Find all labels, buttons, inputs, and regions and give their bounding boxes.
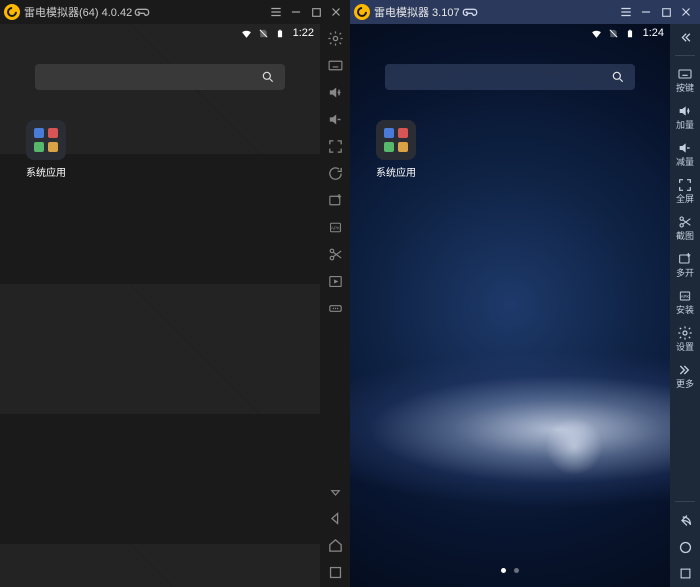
battery-icon — [624, 27, 637, 40]
home-button[interactable] — [673, 539, 697, 556]
multi-instance-button[interactable]: 多开 — [673, 251, 697, 278]
folder-icon — [376, 120, 416, 160]
no-sim-icon — [257, 27, 270, 40]
page-indicator — [501, 568, 519, 573]
volume-up-button[interactable]: 加量 — [673, 103, 697, 130]
menu-icon[interactable] — [266, 2, 286, 22]
settings-button[interactable]: 设置 — [673, 325, 697, 352]
sidebar-toolbar: 按键 加量 减量 全屏 截图 多开 安装 设置 更多 — [670, 24, 700, 587]
minimize-button[interactable] — [286, 2, 306, 22]
gamepad-icon[interactable] — [460, 2, 480, 22]
titlebar[interactable]: 雷电模拟器(64) 4.0.42 — [0, 0, 350, 24]
emulator-window-left: 雷电模拟器(64) 4.0.42 1:22 系统应用 — [0, 0, 350, 587]
android-statusbar: 1:22 — [0, 24, 320, 42]
volume-up-icon[interactable] — [323, 84, 347, 101]
fullscreen-icon[interactable] — [323, 138, 347, 155]
search-icon — [261, 70, 275, 84]
system-apps-shortcut[interactable]: 系统应用 — [20, 120, 72, 179]
keyboard-icon[interactable] — [323, 57, 347, 74]
sidebar-toolbar — [320, 24, 350, 587]
app-logo-icon — [354, 4, 370, 20]
apk-icon[interactable] — [323, 219, 347, 236]
battery-icon — [274, 27, 287, 40]
record-icon[interactable] — [323, 273, 347, 290]
close-button[interactable] — [676, 2, 696, 22]
wifi-icon — [240, 27, 253, 40]
android-screen[interactable]: 1:22 系统应用 — [0, 24, 320, 587]
no-sim-icon — [607, 27, 620, 40]
titlebar[interactable]: 雷电模拟器 3.107 — [350, 0, 700, 24]
more-icon[interactable] — [323, 300, 347, 317]
search-input[interactable] — [35, 64, 285, 90]
minimize-button[interactable] — [636, 2, 656, 22]
app-label: 系统应用 — [26, 164, 66, 179]
android-screen[interactable]: 1:24 系统应用 — [350, 24, 670, 587]
window-title: 雷电模拟器(64) 4.0.42 — [24, 4, 132, 20]
search-icon — [611, 70, 625, 84]
folder-icon — [26, 120, 66, 160]
clock: 1:22 — [293, 27, 314, 39]
window-title: 雷电模拟器 3.107 — [374, 4, 460, 20]
settings-gear-icon[interactable] — [323, 30, 347, 47]
screenshot-button[interactable]: 截图 — [673, 214, 697, 241]
recent-button[interactable] — [673, 566, 697, 581]
gamepad-icon[interactable] — [132, 2, 152, 22]
emulator-window-right: 雷电模拟器 3.107 1:24 系统应用 — [350, 0, 700, 587]
add-window-icon[interactable] — [323, 192, 347, 209]
more-button[interactable]: 更多 — [673, 362, 697, 389]
close-button[interactable] — [326, 2, 346, 22]
system-apps-shortcut[interactable]: 系统应用 — [370, 120, 422, 179]
collapse-icon[interactable] — [673, 30, 697, 45]
collapse-icon[interactable] — [323, 485, 347, 500]
menu-icon[interactable] — [616, 2, 636, 22]
recent-button[interactable] — [323, 564, 347, 581]
rotate-icon[interactable] — [323, 165, 347, 182]
app-label: 系统应用 — [376, 164, 416, 179]
fullscreen-button[interactable]: 全屏 — [673, 177, 697, 204]
maximize-button[interactable] — [306, 2, 326, 22]
maximize-button[interactable] — [656, 2, 676, 22]
back-button[interactable] — [673, 512, 697, 529]
clock: 1:24 — [643, 27, 664, 39]
volume-down-button[interactable]: 减量 — [673, 140, 697, 167]
keymap-button[interactable]: 按键 — [673, 66, 697, 93]
search-input[interactable] — [385, 64, 635, 90]
app-logo-icon — [4, 4, 20, 20]
home-button[interactable] — [323, 537, 347, 554]
android-statusbar: 1:24 — [350, 24, 670, 42]
install-apk-button[interactable]: 安装 — [673, 288, 697, 315]
wifi-icon — [590, 27, 603, 40]
scissors-icon[interactable] — [323, 246, 347, 263]
volume-down-icon[interactable] — [323, 111, 347, 128]
back-button[interactable] — [323, 510, 347, 527]
